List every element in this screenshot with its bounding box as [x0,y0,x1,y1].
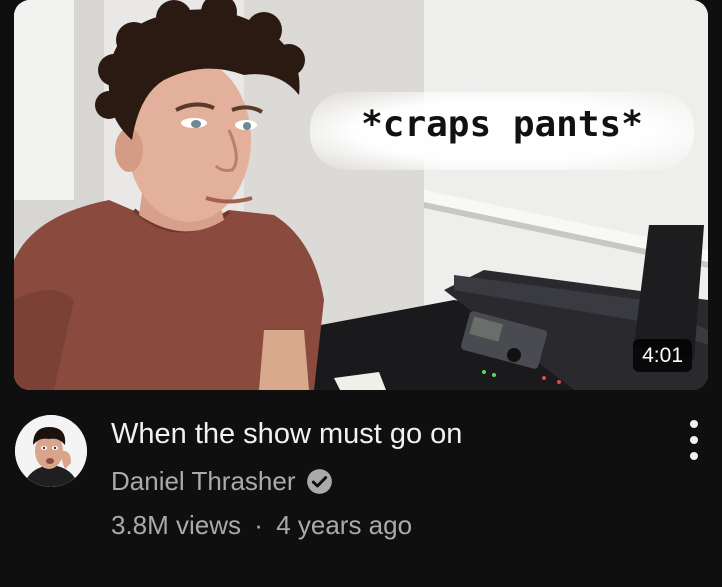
channel-row[interactable]: Daniel Thrasher [111,466,333,497]
meta-separator: · [254,510,263,540]
channel-avatar[interactable] [15,415,87,487]
view-count: 3.8M views [111,510,242,540]
avatar-image [15,415,87,487]
channel-name[interactable]: Daniel Thrasher [111,466,296,497]
video-thumbnail[interactable]: *craps pants* 4:01 [14,0,708,390]
more-dot [690,452,698,460]
thumbnail-image [14,0,708,390]
verified-check-icon [306,468,333,495]
more-dot [690,420,698,428]
thumbnail-caption: *craps pants* [361,104,643,145]
upload-age: 4 years ago [276,510,413,540]
more-dot [690,436,698,444]
video-meta: 3.8M views · 4 years ago [111,510,412,541]
video-title[interactable]: When the show must go on [111,418,462,451]
more-vertical-icon[interactable] [678,418,710,462]
duration-badge: 4:01 [633,339,692,372]
video-card: *craps pants* 4:01 When the show must go… [0,0,722,587]
